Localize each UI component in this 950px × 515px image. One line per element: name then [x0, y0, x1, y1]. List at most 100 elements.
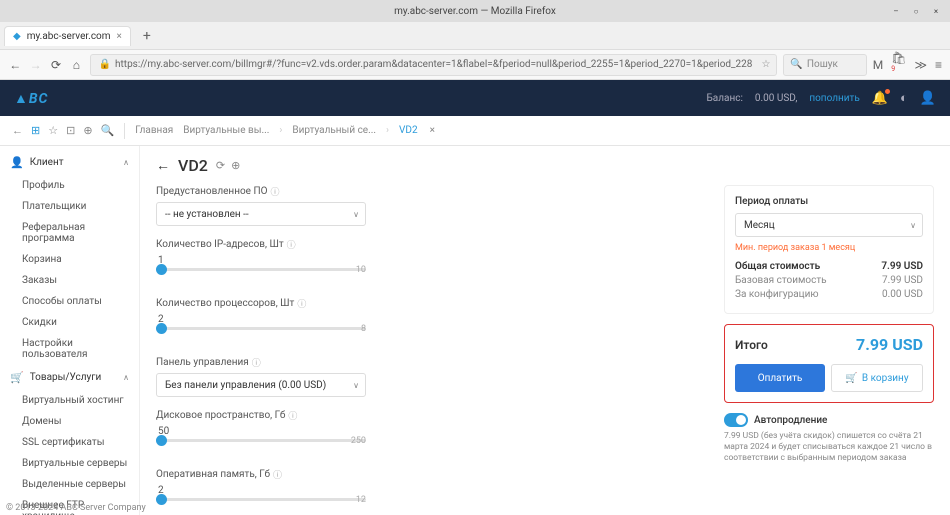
search-input[interactable]: 🔍 Пошук	[783, 54, 866, 76]
autorenew-label: Автопродление	[754, 415, 827, 426]
bc-current[interactable]: VD2	[399, 125, 418, 136]
chevron-down-icon: ∨	[353, 210, 359, 219]
home-icon[interactable]: ⌂	[69, 54, 83, 76]
sidebar-item[interactable]: Корзина	[0, 249, 139, 270]
sidebar-item[interactable]: Профиль	[0, 175, 139, 196]
close-icon[interactable]: ×	[930, 5, 942, 17]
logo[interactable]: ▲BC	[14, 90, 48, 107]
cpu-label: Количество процессоров, Шт	[156, 298, 294, 309]
bell-icon[interactable]: 🔔	[872, 91, 888, 106]
minimize-icon[interactable]: –	[890, 5, 902, 17]
balance-value: 0.00 USD,	[755, 93, 797, 104]
balance-label: Баланс:	[707, 93, 743, 104]
content-area: ← VD2 ⟳ ⊕ Предустановленное ПОⓘ -- не ус…	[140, 146, 950, 515]
back-icon[interactable]: ←	[8, 54, 22, 76]
autorenew-toggle[interactable]	[724, 413, 748, 427]
tab-add-icon[interactable]: +	[137, 26, 157, 46]
clock-icon[interactable]: ⊕	[83, 124, 92, 137]
ip-label: Количество IP-адресов, Шт	[156, 239, 284, 250]
grand-total-value: 7.99 USD	[856, 335, 923, 354]
sidebar-item[interactable]: SSL сертификаты	[0, 432, 139, 453]
help-icon[interactable]: ⓘ	[273, 468, 282, 481]
forward-icon[interactable]: →	[28, 54, 42, 76]
user-icon: 👤	[10, 156, 24, 169]
tab-favicon: ◆	[13, 31, 21, 42]
page-back-icon[interactable]: ←	[156, 157, 170, 174]
globe-icon[interactable]: ⊕	[231, 159, 240, 172]
bookmark-icon[interactable]: ☆	[761, 59, 770, 70]
disk-slider[interactable]: 50 250	[156, 426, 366, 456]
maximize-icon[interactable]: ○	[910, 5, 922, 17]
reload-icon[interactable]: ⟳	[49, 54, 63, 76]
bc-vserver[interactable]: Виртуальный се...	[292, 125, 376, 136]
menu-icon[interactable]: ≡	[935, 58, 942, 72]
disk-label: Дисковое пространство, Гб	[156, 410, 285, 421]
grid-icon[interactable]: ⊞	[31, 124, 40, 137]
help-icon[interactable]: ⓘ	[288, 409, 297, 422]
app-toolbar: ← ⊞ ☆ ⊡ ⊕ 🔍 Главная Виртуальные вы... › …	[0, 116, 950, 146]
bc-vm[interactable]: Виртуальные вы...	[183, 125, 269, 136]
chevron-down-icon: ∨	[910, 221, 916, 230]
sidebar-item[interactable]: Выделенные серверы	[0, 474, 139, 495]
breadcrumb: Главная Виртуальные вы... › Виртуальный …	[135, 125, 435, 136]
star-icon[interactable]: ☆	[48, 124, 58, 137]
balance-topup-link[interactable]: пополнить	[809, 93, 859, 104]
extensions-icon[interactable]: ≫	[914, 58, 927, 72]
lock-icon: 🔒	[99, 59, 111, 70]
sidebar-item[interactable]: Реферальная программа	[0, 217, 139, 249]
ip-slider[interactable]: 1 10	[156, 255, 366, 285]
help-icon[interactable]: ⓘ	[297, 297, 306, 310]
total-cost-value: 7.99 USD	[881, 261, 923, 272]
cart-button[interactable]: 🛒В корзину	[831, 364, 923, 392]
grand-total-label: Итого	[735, 338, 768, 352]
refresh-icon[interactable]: ⟳	[216, 159, 225, 172]
page-title: VD2	[178, 156, 208, 175]
panel-select[interactable]: Без панели управления (0.00 USD)∨	[156, 373, 366, 397]
autorenew-description: 7.99 USD (без учёта скидок) спишется со …	[724, 431, 934, 464]
sidebar-group-client[interactable]: 👤 Клиент ∧	[0, 150, 139, 175]
help-icon[interactable]: ⓘ	[252, 356, 261, 369]
help-icon[interactable]: ⓘ	[287, 238, 296, 251]
cpu-slider[interactable]: 2 8	[156, 314, 366, 344]
preset-label: Предустановленное ПО	[156, 186, 267, 197]
cart-icon: 🛒	[10, 371, 24, 384]
ram-slider[interactable]: 2 12	[156, 485, 366, 515]
period-select[interactable]: Месяц∨	[735, 213, 923, 237]
bc-home[interactable]: Главная	[135, 125, 173, 136]
summary-box: Период оплаты Месяц∨ Мин. период заказа …	[724, 185, 934, 314]
search-placeholder: Пошук	[807, 59, 838, 70]
sidebar-item[interactable]: Виртуальный хостинг	[0, 390, 139, 411]
cart-icon[interactable]: 🛍9	[891, 51, 906, 79]
cart-icon: 🛒	[845, 373, 857, 384]
user-icon[interactable]: 👤	[920, 91, 936, 106]
chevron-up-icon: ∧	[123, 158, 129, 167]
search2-icon[interactable]: 🔍	[101, 124, 115, 137]
bc-close-icon[interactable]: ×	[430, 125, 435, 136]
sidebar-item[interactable]: Скидки	[0, 312, 139, 333]
sidebar-item[interactable]: Домены	[0, 411, 139, 432]
sidebar-item[interactable]: Плательщики	[0, 196, 139, 217]
nav-back-icon[interactable]: ←	[12, 124, 23, 137]
sidebar-item[interactable]: Виртуальные серверы	[0, 453, 139, 474]
preset-select[interactable]: -- не установлен --∨	[156, 202, 366, 226]
url-input[interactable]: 🔒 https://my.abc-server.com/billmgr#/?fu…	[90, 54, 778, 76]
help-icon[interactable]: ⓘ	[270, 185, 279, 198]
sidebar-item[interactable]: Настройки пользователя	[0, 333, 139, 365]
chevron-down-icon: ∨	[353, 381, 359, 390]
app-header: ▲BC Баланс: 0.00 USD, пополнить 🔔 ◐ 👤	[0, 80, 950, 116]
period-label: Период оплаты	[735, 196, 923, 207]
window-titlebar: my.abc-server.com — Mozilla Firefox – ○ …	[0, 0, 950, 22]
sidebar-group-products[interactable]: 🛒 Товары/Услуги ∧	[0, 365, 139, 390]
sidebar-item[interactable]: Способы оплаты	[0, 291, 139, 312]
autorenew-row: Автопродление	[724, 413, 934, 427]
sidebar-group-label: Товары/Услуги	[30, 372, 102, 383]
mail-icon[interactable]: M	[873, 58, 883, 72]
sidebar-item[interactable]: Заказы	[0, 270, 139, 291]
box-icon[interactable]: ⊡	[66, 124, 75, 137]
help-icon[interactable]: ◐	[900, 90, 908, 106]
tab-close-icon[interactable]: ×	[117, 31, 122, 42]
pay-button[interactable]: Оплатить	[735, 364, 825, 392]
footer-copyright: © 2013-2024 ABC Server Company	[6, 503, 146, 513]
tab-title: my.abc-server.com	[27, 31, 111, 42]
browser-tab[interactable]: ◆ my.abc-server.com ×	[4, 26, 131, 46]
